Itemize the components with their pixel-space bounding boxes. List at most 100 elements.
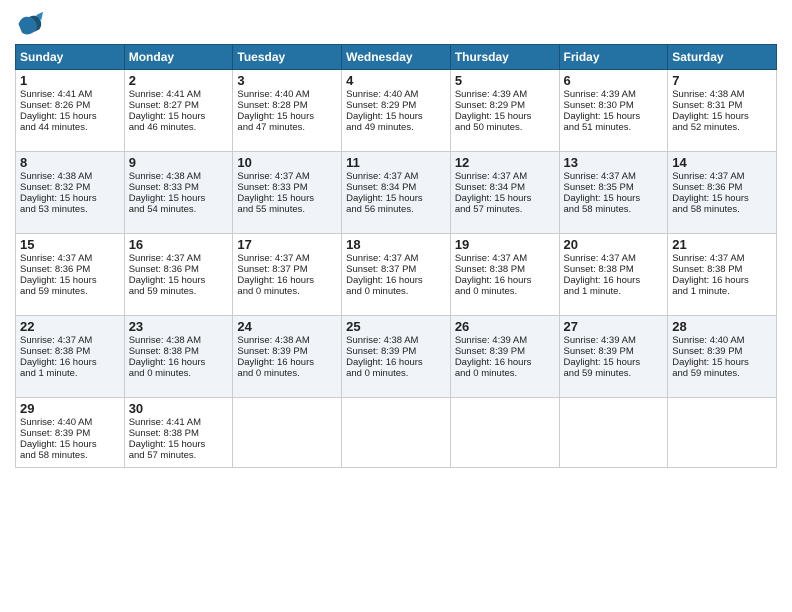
- calendar-cell: 28Sunrise: 4:40 AMSunset: 8:39 PMDayligh…: [668, 316, 777, 398]
- cell-line: Daylight: 15 hours: [129, 193, 229, 204]
- calendar-cell: 29Sunrise: 4:40 AMSunset: 8:39 PMDayligh…: [16, 398, 125, 468]
- cell-line: Sunrise: 4:37 AM: [564, 171, 664, 182]
- cell-line: Sunrise: 4:40 AM: [672, 335, 772, 346]
- cell-line: Sunset: 8:37 PM: [346, 264, 446, 275]
- cell-line: Daylight: 16 hours: [346, 357, 446, 368]
- day-number: 27: [564, 319, 664, 334]
- cell-line: and 53 minutes.: [20, 204, 120, 215]
- cell-line: and 0 minutes.: [346, 368, 446, 379]
- calendar-cell: 24Sunrise: 4:38 AMSunset: 8:39 PMDayligh…: [233, 316, 342, 398]
- day-number: 3: [237, 73, 337, 88]
- calendar-day-header: Thursday: [450, 45, 559, 70]
- day-number: 20: [564, 237, 664, 252]
- cell-line: and 58 minutes.: [20, 450, 120, 461]
- cell-line: Daylight: 15 hours: [129, 111, 229, 122]
- page: SundayMondayTuesdayWednesdayThursdayFrid…: [0, 0, 792, 612]
- day-number: 14: [672, 155, 772, 170]
- cell-line: and 1 minute.: [20, 368, 120, 379]
- cell-line: Sunset: 8:36 PM: [129, 264, 229, 275]
- cell-line: Daylight: 16 hours: [455, 357, 555, 368]
- calendar-cell: [342, 398, 451, 468]
- cell-line: Sunrise: 4:38 AM: [20, 171, 120, 182]
- cell-line: and 0 minutes.: [237, 286, 337, 297]
- cell-line: Sunrise: 4:38 AM: [129, 171, 229, 182]
- cell-line: Daylight: 16 hours: [237, 357, 337, 368]
- calendar-day-header: Sunday: [16, 45, 125, 70]
- cell-line: Sunrise: 4:37 AM: [672, 171, 772, 182]
- day-number: 2: [129, 73, 229, 88]
- calendar-cell: 26Sunrise: 4:39 AMSunset: 8:39 PMDayligh…: [450, 316, 559, 398]
- calendar-cell: 11Sunrise: 4:37 AMSunset: 8:34 PMDayligh…: [342, 152, 451, 234]
- cell-line: Daylight: 16 hours: [129, 357, 229, 368]
- day-number: 10: [237, 155, 337, 170]
- cell-line: Daylight: 16 hours: [20, 357, 120, 368]
- day-number: 30: [129, 401, 229, 416]
- cell-line: and 58 minutes.: [672, 204, 772, 215]
- cell-line: and 59 minutes.: [564, 368, 664, 379]
- cell-line: Sunset: 8:38 PM: [564, 264, 664, 275]
- cell-line: Sunrise: 4:40 AM: [237, 89, 337, 100]
- cell-line: Sunset: 8:38 PM: [20, 346, 120, 357]
- cell-line: Sunrise: 4:37 AM: [672, 253, 772, 264]
- day-number: 17: [237, 237, 337, 252]
- day-number: 23: [129, 319, 229, 334]
- day-number: 24: [237, 319, 337, 334]
- cell-line: and 58 minutes.: [564, 204, 664, 215]
- cell-line: Sunrise: 4:37 AM: [346, 171, 446, 182]
- calendar-cell: 22Sunrise: 4:37 AMSunset: 8:38 PMDayligh…: [16, 316, 125, 398]
- cell-line: Daylight: 15 hours: [346, 111, 446, 122]
- calendar-cell: 13Sunrise: 4:37 AMSunset: 8:35 PMDayligh…: [559, 152, 668, 234]
- cell-line: Sunset: 8:33 PM: [237, 182, 337, 193]
- calendar-cell: 14Sunrise: 4:37 AMSunset: 8:36 PMDayligh…: [668, 152, 777, 234]
- cell-line: Sunset: 8:38 PM: [129, 428, 229, 439]
- day-number: 4: [346, 73, 446, 88]
- cell-line: Sunrise: 4:37 AM: [346, 253, 446, 264]
- cell-line: Sunset: 8:26 PM: [20, 100, 120, 111]
- cell-line: Sunset: 8:34 PM: [455, 182, 555, 193]
- cell-line: and 55 minutes.: [237, 204, 337, 215]
- cell-line: Daylight: 16 hours: [237, 275, 337, 286]
- calendar-cell: 6Sunrise: 4:39 AMSunset: 8:30 PMDaylight…: [559, 70, 668, 152]
- cell-line: Sunset: 8:29 PM: [346, 100, 446, 111]
- cell-line: Sunset: 8:39 PM: [672, 346, 772, 357]
- cell-line: Sunrise: 4:37 AM: [20, 335, 120, 346]
- cell-line: Daylight: 15 hours: [129, 275, 229, 286]
- cell-line: and 57 minutes.: [129, 450, 229, 461]
- day-number: 22: [20, 319, 120, 334]
- day-number: 28: [672, 319, 772, 334]
- calendar-cell: 27Sunrise: 4:39 AMSunset: 8:39 PMDayligh…: [559, 316, 668, 398]
- cell-line: Daylight: 16 hours: [672, 275, 772, 286]
- cell-line: Sunset: 8:30 PM: [564, 100, 664, 111]
- cell-line: Sunset: 8:39 PM: [20, 428, 120, 439]
- day-number: 26: [455, 319, 555, 334]
- calendar-cell: 9Sunrise: 4:38 AMSunset: 8:33 PMDaylight…: [124, 152, 233, 234]
- calendar-cell: 8Sunrise: 4:38 AMSunset: 8:32 PMDaylight…: [16, 152, 125, 234]
- cell-line: Sunrise: 4:37 AM: [129, 253, 229, 264]
- calendar-cell: 3Sunrise: 4:40 AMSunset: 8:28 PMDaylight…: [233, 70, 342, 152]
- calendar-cell: 12Sunrise: 4:37 AMSunset: 8:34 PMDayligh…: [450, 152, 559, 234]
- calendar-day-header: Saturday: [668, 45, 777, 70]
- cell-line: Daylight: 15 hours: [346, 193, 446, 204]
- day-number: 21: [672, 237, 772, 252]
- cell-line: Sunrise: 4:39 AM: [564, 89, 664, 100]
- cell-line: Sunrise: 4:37 AM: [564, 253, 664, 264]
- calendar-cell: 30Sunrise: 4:41 AMSunset: 8:38 PMDayligh…: [124, 398, 233, 468]
- cell-line: and 0 minutes.: [455, 368, 555, 379]
- calendar-cell: 15Sunrise: 4:37 AMSunset: 8:36 PMDayligh…: [16, 234, 125, 316]
- calendar-cell: 18Sunrise: 4:37 AMSunset: 8:37 PMDayligh…: [342, 234, 451, 316]
- cell-line: Sunset: 8:38 PM: [455, 264, 555, 275]
- calendar-day-header: Tuesday: [233, 45, 342, 70]
- calendar-cell: [450, 398, 559, 468]
- day-number: 1: [20, 73, 120, 88]
- day-number: 9: [129, 155, 229, 170]
- day-number: 7: [672, 73, 772, 88]
- cell-line: Sunrise: 4:37 AM: [20, 253, 120, 264]
- logo: [15, 10, 47, 38]
- cell-line: Sunset: 8:35 PM: [564, 182, 664, 193]
- cell-line: Daylight: 15 hours: [564, 193, 664, 204]
- cell-line: Sunset: 8:27 PM: [129, 100, 229, 111]
- cell-line: Sunset: 8:34 PM: [346, 182, 446, 193]
- cell-line: Sunset: 8:38 PM: [672, 264, 772, 275]
- cell-line: Sunrise: 4:39 AM: [455, 89, 555, 100]
- calendar-week-row: 1Sunrise: 4:41 AMSunset: 8:26 PMDaylight…: [16, 70, 777, 152]
